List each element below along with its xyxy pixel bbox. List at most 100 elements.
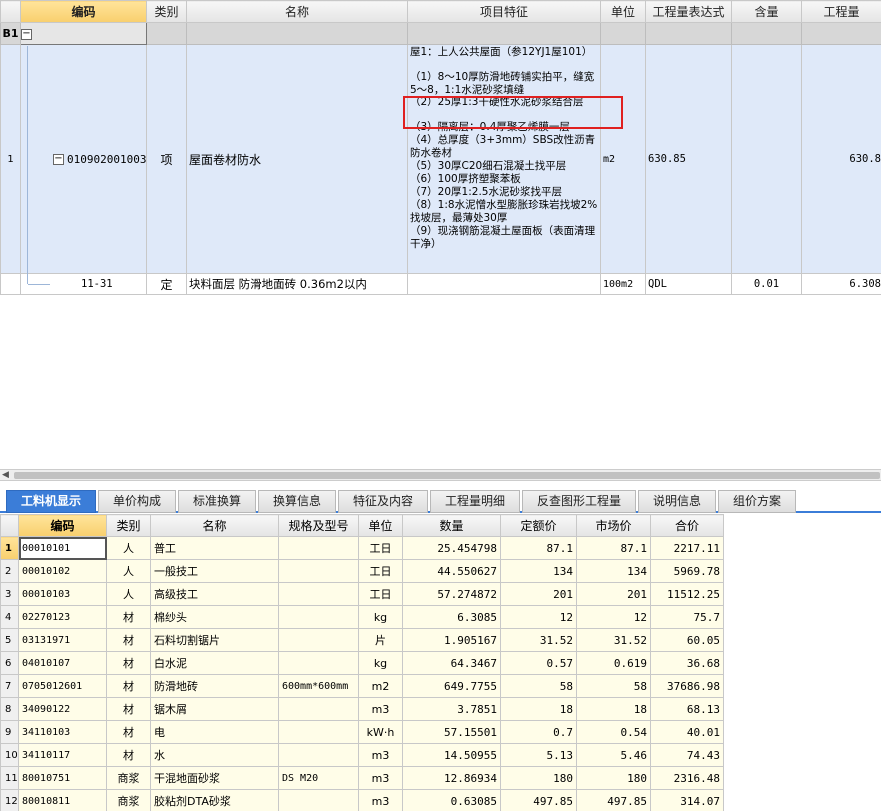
- resource-unit[interactable]: m3: [358, 743, 403, 767]
- group-row[interactable]: B1 −: [0, 22, 881, 45]
- resource-row[interactable]: 10 34110117 材水 m3 14.50955 5.13 5.46 74.43: [0, 743, 724, 767]
- resource-row[interactable]: 6 04010107 材白水泥 kg 64.3467 0.57 0.619 36.68: [0, 651, 724, 675]
- col-header-name[interactable]: 名称: [186, 0, 408, 23]
- resource-row[interactable]: 9 34110103 材电 kW·h 57.15501 0.7 0.54 40.01: [0, 720, 724, 744]
- resource-market-price[interactable]: 31.52: [576, 628, 651, 652]
- tab-pricing-scheme[interactable]: 组价方案: [718, 490, 796, 513]
- resource-quota-price[interactable]: 180: [500, 766, 577, 790]
- resource-spec[interactable]: [278, 536, 359, 560]
- resource-quota-price[interactable]: 5.13: [500, 743, 577, 767]
- resource-quota-price[interactable]: 12: [500, 605, 577, 629]
- resource-spec[interactable]: [278, 559, 359, 583]
- resource-spec[interactable]: [278, 697, 359, 721]
- resource-row[interactable]: 8 34090122 材锯木屑 m3 3.7851 18 18 68.13: [0, 697, 724, 721]
- resource-quota-price[interactable]: 58: [500, 674, 577, 698]
- resource-quota-price[interactable]: 134: [500, 559, 577, 583]
- resource-code[interactable]: 0705012601: [18, 674, 107, 698]
- resource-category[interactable]: 材: [106, 697, 151, 721]
- resource-spec[interactable]: [278, 743, 359, 767]
- col-header-quota-price[interactable]: 定额价: [500, 514, 577, 537]
- resource-name[interactable]: 高级技工: [150, 582, 279, 606]
- resource-total[interactable]: 5969.78: [650, 559, 724, 583]
- resource-market-price[interactable]: 0.54: [576, 720, 651, 744]
- resource-quantity[interactable]: 1.905167: [402, 628, 501, 652]
- resource-total[interactable]: 75.7: [650, 605, 724, 629]
- resource-market-price[interactable]: 180: [576, 766, 651, 790]
- resource-spec[interactable]: [278, 628, 359, 652]
- resource-total[interactable]: 60.05: [650, 628, 724, 652]
- col-header-total[interactable]: 合价: [650, 514, 724, 537]
- bill-item-row[interactable]: 1 −010902001003 项 屋面卷材防水 屋1：上人公共屋面（参12YJ…: [0, 44, 881, 274]
- resource-quota-price[interactable]: 18: [500, 697, 577, 721]
- resource-spec[interactable]: [278, 720, 359, 744]
- resource-unit[interactable]: m3: [358, 766, 403, 790]
- collapse-toggle-icon[interactable]: −: [21, 28, 32, 40]
- resource-code[interactable]: 34110117: [18, 743, 107, 767]
- resource-market-price[interactable]: 12: [576, 605, 651, 629]
- resource-row[interactable]: 11 80010751 商浆 干混地面砂浆 DS M20 m3 12.86934 180 180…: [0, 766, 724, 790]
- resource-code[interactable]: 02270123: [18, 605, 107, 629]
- resource-category[interactable]: 材: [106, 743, 151, 767]
- quota-quantity[interactable]: 6.308: [801, 273, 881, 295]
- resource-name[interactable]: 防滑地砖: [150, 674, 279, 698]
- resource-spec[interactable]: [278, 651, 359, 675]
- resource-quantity[interactable]: 0.63085: [402, 789, 501, 811]
- resource-quantity[interactable]: 6.3085: [402, 605, 501, 629]
- col-header-code[interactable]: 编码: [18, 514, 107, 537]
- resource-name[interactable]: 胶粘剂DTA砂浆: [150, 789, 279, 811]
- col-header-name[interactable]: 名称: [150, 514, 279, 537]
- resource-name[interactable]: 棉纱头: [150, 605, 279, 629]
- col-header-expression[interactable]: 工程量表达式: [645, 0, 732, 23]
- resource-quota-price[interactable]: 31.52: [500, 628, 577, 652]
- item-quantity[interactable]: 630.8: [801, 44, 881, 274]
- resource-total[interactable]: 2217.11: [650, 536, 724, 560]
- resource-total[interactable]: 68.13: [650, 697, 724, 721]
- collapse-toggle-icon[interactable]: −: [53, 154, 64, 165]
- col-header-quantity[interactable]: 数量: [402, 514, 501, 537]
- col-header-quantity[interactable]: 工程量: [801, 0, 881, 23]
- resource-row[interactable]: 12 80010811 商浆 胶粘剂DTA砂浆 m3 0.63085 497.85 497.8…: [0, 789, 724, 811]
- item-features[interactable]: 屋1：上人公共屋面（参12YJ1屋101） （1）8～10厚防滑地砖铺实拍平，缝…: [407, 44, 601, 274]
- resource-code[interactable]: 00010102: [18, 559, 107, 583]
- resource-unit[interactable]: 片: [358, 628, 403, 652]
- quota-row[interactable]: 11-31 定 块料面层 防滑地面砖 0.36m2以内 100m2 QDL 0.…: [0, 273, 881, 295]
- tab-standard-conversion[interactable]: 标准换算: [178, 490, 256, 513]
- resource-market-price[interactable]: 0.619: [576, 651, 651, 675]
- resource-unit[interactable]: 工日: [358, 582, 403, 606]
- resource-quantity[interactable]: 649.7755: [402, 674, 501, 698]
- scrollbar-thumb[interactable]: [14, 472, 880, 479]
- item-unit[interactable]: m2: [600, 44, 646, 274]
- tab-labor-material-machine[interactable]: 工料机显示: [6, 490, 96, 513]
- resource-market-price[interactable]: 134: [576, 559, 651, 583]
- resource-name[interactable]: 电: [150, 720, 279, 744]
- resource-quantity[interactable]: 14.50955: [402, 743, 501, 767]
- resource-name[interactable]: 石料切割锯片: [150, 628, 279, 652]
- resource-category[interactable]: 材: [106, 628, 151, 652]
- resource-code[interactable]: 80010751: [18, 766, 107, 790]
- resource-code[interactable]: 80010811: [18, 789, 107, 811]
- resource-code[interactable]: 04010107: [18, 651, 107, 675]
- resource-quota-price[interactable]: 0.7: [500, 720, 577, 744]
- resource-category[interactable]: 材: [106, 605, 151, 629]
- resource-market-price[interactable]: 201: [576, 582, 651, 606]
- resource-name[interactable]: 白水泥: [150, 651, 279, 675]
- resource-market-price[interactable]: 18: [576, 697, 651, 721]
- resource-quantity[interactable]: 25.454798: [402, 536, 501, 560]
- resource-unit[interactable]: kg: [358, 651, 403, 675]
- col-header-code[interactable]: 编码: [20, 0, 147, 23]
- resource-spec[interactable]: [278, 582, 359, 606]
- resource-spec[interactable]: [278, 789, 359, 811]
- quota-unit[interactable]: 100m2: [600, 273, 646, 295]
- col-header-unit[interactable]: 单位: [358, 514, 403, 537]
- resource-name[interactable]: 水: [150, 743, 279, 767]
- resource-category[interactable]: 材: [106, 651, 151, 675]
- resource-quantity[interactable]: 44.550627: [402, 559, 501, 583]
- tab-quantity-detail[interactable]: 工程量明细: [430, 490, 520, 513]
- col-header-spec[interactable]: 规格及型号: [278, 514, 359, 537]
- resource-category[interactable]: 商浆: [106, 789, 151, 811]
- resource-total[interactable]: 11512.25: [650, 582, 724, 606]
- col-header-features[interactable]: 项目特征: [407, 0, 601, 23]
- resource-market-price[interactable]: 87.1: [576, 536, 651, 560]
- quota-content[interactable]: 0.01: [731, 273, 802, 295]
- quota-name[interactable]: 块料面层 防滑地面砖 0.36m2以内: [186, 273, 408, 295]
